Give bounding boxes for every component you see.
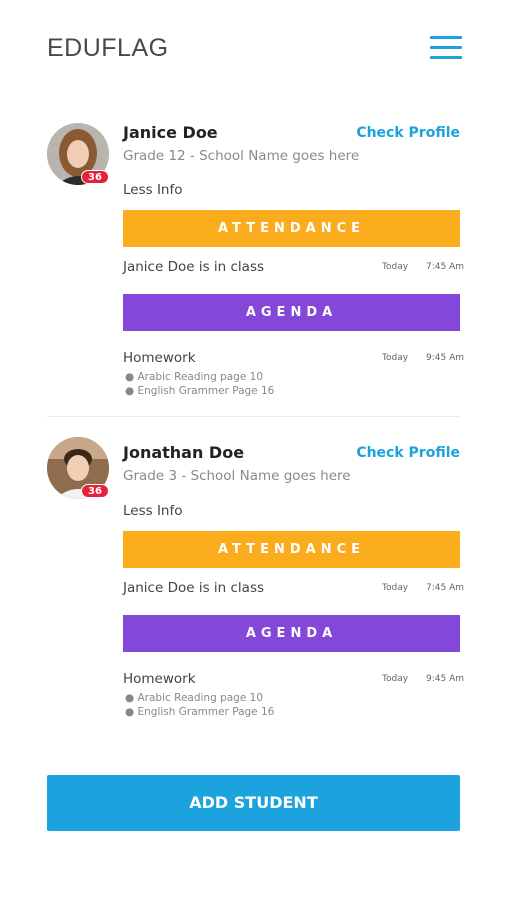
attendance-status: Janice Doe is in class	[123, 259, 265, 275]
check-profile-link[interactable]: Check Profile	[356, 125, 460, 141]
homework-day: Today	[382, 353, 409, 363]
attendance-day: Today	[382, 583, 409, 593]
student-grade: Grade 3 - School Name goes here	[123, 468, 351, 484]
homework-item: ● English Grammer Page 16	[125, 385, 275, 397]
homework-time: 9:45 Am	[426, 353, 464, 363]
attendance-day: Today	[382, 262, 409, 272]
student-grade: Grade 12 - School Name goes here	[123, 148, 360, 164]
check-profile-link[interactable]: Check Profile	[356, 445, 460, 461]
agenda-button[interactable]: AGENDA	[123, 615, 460, 652]
homework-title: Homework	[123, 671, 196, 687]
homework-title: Homework	[123, 350, 196, 366]
eduflag-logo: EDUFLAG	[47, 34, 169, 62]
hamburger-menu-icon[interactable]	[430, 36, 462, 60]
menu-line	[430, 46, 462, 49]
avatar[interactable]: 36	[47, 123, 109, 185]
attendance-time: 7:45 Am	[426, 262, 464, 272]
homework-item: ● English Grammer Page 16	[125, 706, 275, 718]
notification-badge: 36	[81, 484, 109, 498]
card-divider	[47, 416, 460, 417]
attendance-time: 7:45 Am	[426, 583, 464, 593]
app-header: EDUFLAG	[0, 0, 506, 100]
less-info-toggle[interactable]: Less Info	[123, 182, 183, 198]
menu-line	[430, 36, 462, 39]
attendance-button[interactable]: ATTENDANCE	[123, 210, 460, 247]
homework-time: 9:45 Am	[426, 674, 464, 684]
notification-badge: 36	[81, 170, 109, 184]
avatar[interactable]: 36	[47, 437, 109, 499]
attendance-status: Janice Doe is in class	[123, 580, 265, 596]
less-info-toggle[interactable]: Less Info	[123, 503, 183, 519]
add-student-button[interactable]: ADD STUDENT	[47, 775, 460, 831]
agenda-button[interactable]: AGENDA	[123, 294, 460, 331]
attendance-button[interactable]: ATTENDANCE	[123, 531, 460, 568]
homework-item: ● Arabic Reading page 10	[125, 692, 264, 704]
student-name: Janice Doe	[123, 123, 218, 142]
menu-line	[430, 56, 462, 59]
student-name: Jonathan Doe	[123, 443, 245, 462]
homework-day: Today	[382, 674, 409, 684]
homework-item: ● Arabic Reading page 10	[125, 371, 264, 383]
